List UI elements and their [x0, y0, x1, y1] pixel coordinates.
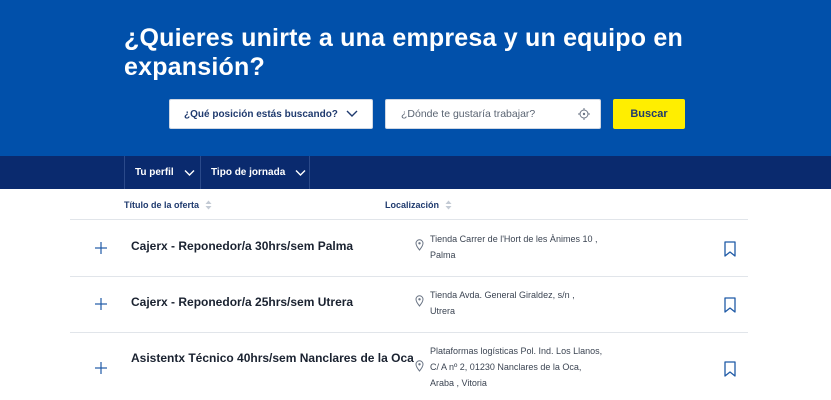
search-button[interactable]: Buscar — [613, 99, 685, 129]
job-title[interactable]: Asistentx Técnico 40hrs/sem Nanclares de… — [131, 351, 414, 365]
filter-perfil[interactable]: Tu perfil — [124, 156, 201, 189]
sort-icon — [205, 200, 212, 210]
bookmark-icon[interactable] — [724, 241, 736, 257]
column-header-title[interactable]: Título de la oferta — [124, 200, 212, 210]
table-row[interactable]: Cajerx - Reponedor/a 25hrs/sem Utrera Ti… — [70, 277, 748, 332]
plus-icon[interactable] — [94, 361, 108, 375]
hero-banner: ¿Quieres unirte a una empresa y un equip… — [0, 0, 831, 156]
job-title[interactable]: Cajerx - Reponedor/a 25hrs/sem Utrera — [131, 295, 353, 309]
column-header-location[interactable]: Localización — [385, 200, 452, 210]
hero-title: ¿Quieres unirte a una empresa y un equip… — [124, 24, 683, 81]
column-header-location-label: Localización — [385, 200, 440, 210]
filter-jornada[interactable]: Tipo de jornada — [201, 156, 310, 189]
chevron-down-icon — [295, 169, 306, 176]
job-title[interactable]: Cajerx - Reponedor/a 30hrs/sem Palma — [131, 239, 353, 253]
filter-bar: Tu perfil Tipo de jornada — [0, 156, 831, 189]
position-select[interactable]: ¿Qué posición estás buscando? — [169, 99, 373, 129]
location-input[interactable] — [386, 100, 566, 128]
filter-jornada-label: Tipo de jornada — [211, 167, 286, 178]
job-location: Plataformas logísticas Pol. Ind. Los Lla… — [430, 346, 603, 388]
location-pin-icon — [415, 295, 424, 307]
plus-icon[interactable] — [94, 297, 108, 311]
location-field[interactable] — [385, 99, 601, 129]
job-location: Tienda Carrer de l'Hort de les Ànimes 10… — [430, 234, 598, 260]
location-pin-icon — [415, 239, 424, 251]
table-row[interactable]: Cajerx - Reponedor/a 30hrs/sem Palma Tie… — [70, 220, 748, 276]
filter-perfil-label: Tu perfil — [135, 167, 174, 178]
bookmark-icon[interactable] — [724, 361, 736, 377]
target-icon[interactable] — [578, 108, 590, 120]
chevron-down-icon — [346, 110, 358, 117]
position-select-label: ¿Qué posición estás buscando? — [184, 108, 338, 120]
table-row[interactable]: Asistentx Técnico 40hrs/sem Nanclares de… — [70, 333, 748, 400]
chevron-down-icon — [184, 169, 195, 176]
sort-icon — [445, 200, 452, 210]
location-pin-icon — [415, 360, 424, 372]
job-location: Tienda Avda. General Giraldez, s/n , Utr… — [430, 290, 575, 316]
column-header-title-label: Título de la oferta — [124, 200, 200, 210]
bookmark-icon[interactable] — [724, 297, 736, 313]
plus-icon[interactable] — [94, 241, 108, 255]
